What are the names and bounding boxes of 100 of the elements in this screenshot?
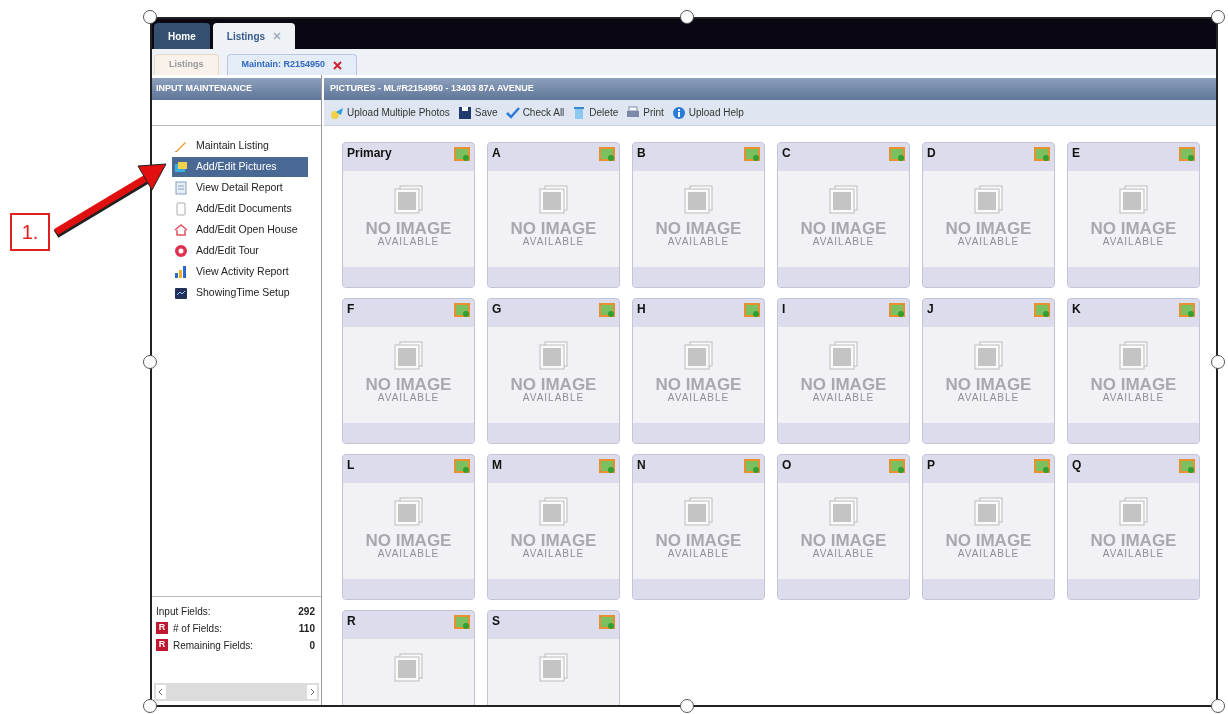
- slot-label: P: [927, 459, 935, 471]
- photo-slot[interactable]: Primary NO IMAGE AVAILABLE: [342, 142, 475, 288]
- slot-label: K: [1072, 303, 1081, 315]
- add-photo-icon[interactable]: [744, 459, 760, 473]
- toolbar-button[interactable]: Save: [457, 105, 498, 120]
- slot-label: H: [637, 303, 646, 315]
- sidebar-item[interactable]: View Detail Report: [172, 178, 308, 198]
- no-image-text: NO IMAGE: [945, 532, 1032, 549]
- photo-slot[interactable]: J NO IMAGE AVAILABLE: [922, 298, 1055, 444]
- resize-handle[interactable]: [1211, 355, 1225, 369]
- photo-slot[interactable]: R: [342, 610, 475, 705]
- stat-value: 292: [298, 604, 316, 619]
- picture-frame-icon: [1116, 497, 1151, 527]
- slot-label: O: [782, 459, 792, 471]
- scroll-right-icon[interactable]: [307, 685, 317, 699]
- add-photo-icon[interactable]: [1179, 303, 1195, 317]
- pencil-icon: [174, 139, 188, 153]
- slot-label: J: [927, 303, 934, 315]
- slot-label: S: [492, 615, 500, 627]
- photo-slot[interactable]: D NO IMAGE AVAILABLE: [922, 142, 1055, 288]
- sidebar-item[interactable]: Add/Edit Tour: [172, 241, 308, 261]
- picture-frame-icon: [681, 185, 716, 215]
- toolbar-button[interactable]: Check All: [505, 105, 565, 120]
- sidebar-item[interactable]: Add/Edit Documents: [172, 199, 308, 219]
- picture-frame-icon: [391, 653, 426, 683]
- sidebar-item[interactable]: Add/Edit Open House: [172, 220, 308, 240]
- add-photo-icon[interactable]: [889, 459, 905, 473]
- add-photo-icon[interactable]: [599, 459, 615, 473]
- add-photo-icon[interactable]: [1179, 459, 1195, 473]
- add-photo-icon[interactable]: [599, 615, 615, 629]
- stat-value: 110: [298, 621, 316, 636]
- sidebar-item[interactable]: View Activity Report: [172, 262, 308, 282]
- top-tab[interactable]: Home: [154, 23, 210, 49]
- add-photo-icon[interactable]: [744, 303, 760, 317]
- resize-handle[interactable]: [680, 10, 694, 24]
- slot-label: R: [347, 615, 356, 627]
- photo-slot[interactable]: G NO IMAGE AVAILABLE: [487, 298, 620, 444]
- photo-slot[interactable]: N NO IMAGE AVAILABLE: [632, 454, 765, 600]
- add-photo-icon[interactable]: [454, 303, 470, 317]
- document-icon: [174, 202, 188, 216]
- resize-handle[interactable]: [143, 10, 157, 24]
- add-photo-icon[interactable]: [599, 147, 615, 161]
- add-photo-icon[interactable]: [1034, 303, 1050, 317]
- resize-handle[interactable]: [143, 699, 157, 713]
- photo-slot[interactable]: A NO IMAGE AVAILABLE: [487, 142, 620, 288]
- slot-label: N: [637, 459, 646, 471]
- sub-tab[interactable]: Maintain: R2154950: [226, 54, 358, 75]
- add-photo-icon[interactable]: [889, 303, 905, 317]
- photo-slot[interactable]: L NO IMAGE AVAILABLE: [342, 454, 475, 600]
- toolbar-button[interactable]: Upload Multiple Photos: [330, 105, 450, 120]
- toolbar-button[interactable]: Print: [626, 105, 664, 120]
- picture-frame-icon: [826, 497, 861, 527]
- add-photo-icon[interactable]: [454, 459, 470, 473]
- sidebar-item[interactable]: Maintain Listing: [172, 136, 308, 156]
- add-photo-icon[interactable]: [454, 615, 470, 629]
- add-photo-icon[interactable]: [454, 147, 470, 161]
- photo-slot[interactable]: C NO IMAGE AVAILABLE: [777, 142, 910, 288]
- add-photo-icon[interactable]: [1034, 147, 1050, 161]
- slot-label: F: [347, 303, 355, 315]
- close-icon[interactable]: [333, 60, 343, 70]
- add-photo-icon[interactable]: [744, 147, 760, 161]
- available-text: AVAILABLE: [957, 393, 1020, 403]
- photo-slot[interactable]: M NO IMAGE AVAILABLE: [487, 454, 620, 600]
- photo-slot[interactable]: B NO IMAGE AVAILABLE: [632, 142, 765, 288]
- sidebar-item[interactable]: Add/Edit Pictures: [172, 157, 308, 177]
- picture-frame-icon: [1116, 341, 1151, 371]
- add-photo-icon[interactable]: [1179, 147, 1195, 161]
- checkmark-icon: [505, 105, 520, 120]
- photo-slot[interactable]: O NO IMAGE AVAILABLE: [777, 454, 910, 600]
- slot-label: B: [637, 147, 646, 159]
- photo-slot[interactable]: H NO IMAGE AVAILABLE: [632, 298, 765, 444]
- resize-handle[interactable]: [680, 699, 694, 713]
- top-tab[interactable]: Listings: [212, 23, 296, 49]
- horizontal-scrollbar[interactable]: [154, 683, 319, 701]
- resize-handle[interactable]: [143, 355, 157, 369]
- available-text: AVAILABLE: [667, 237, 730, 247]
- slot-label: I: [782, 303, 786, 315]
- toolbar-button[interactable]: Delete: [572, 105, 619, 120]
- bar-chart-icon: [174, 265, 188, 279]
- add-photo-icon[interactable]: [1034, 459, 1050, 473]
- no-image-text: NO IMAGE: [1090, 532, 1177, 549]
- sidebar-item[interactable]: ShowingTime Setup: [172, 283, 308, 303]
- photo-slot[interactable]: P NO IMAGE AVAILABLE: [922, 454, 1055, 600]
- scroll-left-icon[interactable]: [156, 685, 166, 699]
- resize-handle[interactable]: [1211, 699, 1225, 713]
- slot-label: M: [492, 459, 502, 471]
- photo-slot[interactable]: K NO IMAGE AVAILABLE: [1067, 298, 1200, 444]
- photo-slot[interactable]: E NO IMAGE AVAILABLE: [1067, 142, 1200, 288]
- no-image-text: NO IMAGE: [365, 376, 452, 393]
- resize-handle[interactable]: [1211, 10, 1225, 24]
- toolbar-button[interactable]: Upload Help: [671, 105, 744, 120]
- add-photo-icon[interactable]: [889, 147, 905, 161]
- photo-slot[interactable]: I NO IMAGE AVAILABLE: [777, 298, 910, 444]
- sidebar-header: INPUT MAINTENANCE: [152, 78, 321, 100]
- photo-slot[interactable]: S: [487, 610, 620, 705]
- close-icon[interactable]: [273, 32, 282, 40]
- photo-slot[interactable]: Q NO IMAGE AVAILABLE: [1067, 454, 1200, 600]
- add-photo-icon[interactable]: [599, 303, 615, 317]
- trash-icon: [572, 105, 587, 120]
- photo-slot[interactable]: F NO IMAGE AVAILABLE: [342, 298, 475, 444]
